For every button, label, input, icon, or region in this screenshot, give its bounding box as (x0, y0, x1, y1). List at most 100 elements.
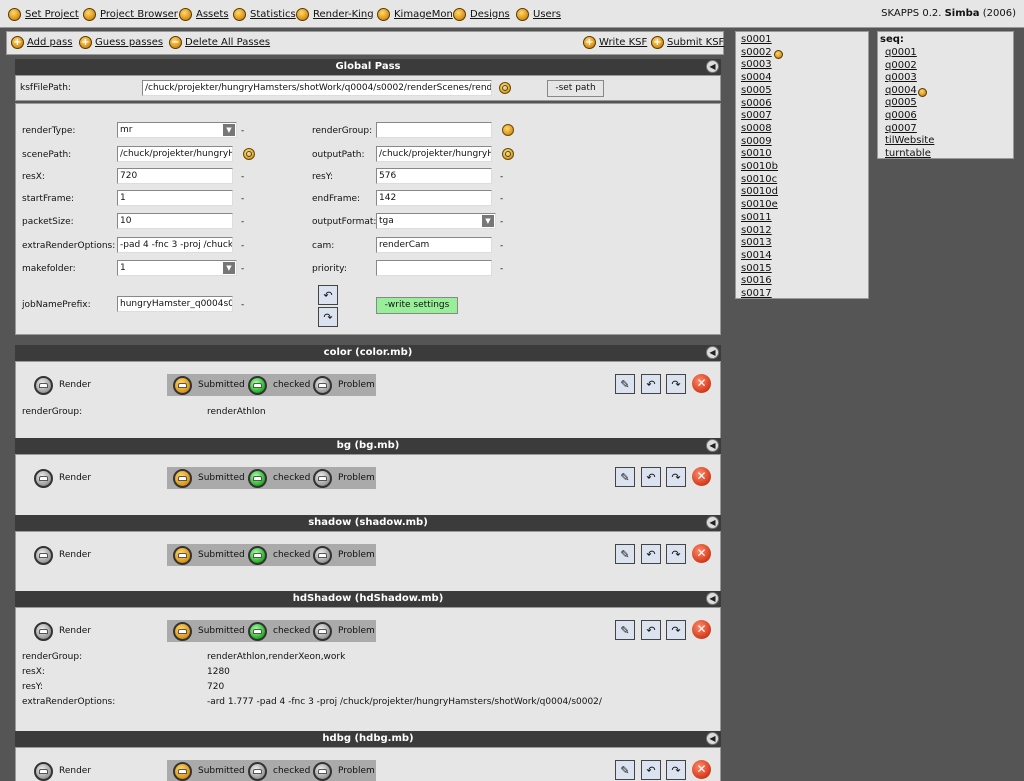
collapse-arrow-icon[interactable]: ◀ (706, 516, 719, 529)
shot-item[interactable]: s0014 (741, 250, 772, 261)
shot-item[interactable]: s0010d (741, 186, 778, 197)
shot-item[interactable]: s0007 (741, 110, 772, 121)
job-name-prefix-input[interactable]: hungryHamster_q0004s0002 (117, 296, 233, 312)
edit-icon[interactable]: ✎ (615, 544, 635, 564)
ksf-path-input[interactable]: /chuck/projekter/hungryHamsters/shotWork… (142, 80, 492, 96)
delete-all-passes-button[interactable]: − Delete All Passes (169, 36, 270, 49)
seq-item[interactable]: q0007 (885, 123, 917, 134)
close-icon[interactable]: ✕ (692, 467, 711, 486)
add-pass-button[interactable]: + Add pass (11, 36, 72, 49)
shot-item[interactable]: s0006 (741, 98, 772, 109)
seq-item[interactable]: q0006 (885, 110, 917, 121)
submitted-state[interactable]: Submitted (173, 760, 245, 781)
render-state[interactable]: Render (34, 374, 91, 396)
nav-project-browser[interactable]: Project Browser (83, 6, 178, 22)
packet-size-input[interactable]: 10 (117, 213, 233, 229)
output-path-input[interactable]: /chuck/projekter/hungryHamsters (376, 146, 492, 162)
end-frame-input[interactable]: 142 (376, 190, 492, 206)
close-icon[interactable]: ✕ (692, 374, 711, 393)
shot-item[interactable]: s0017 (741, 288, 772, 299)
collapse-arrow-icon[interactable]: ◀ (706, 60, 719, 73)
seq-item[interactable]: q0004 (885, 85, 917, 96)
shot-item[interactable]: s0003 (741, 59, 772, 70)
nav-users[interactable]: Users (516, 6, 561, 22)
collapse-arrow-icon[interactable]: ◀ (706, 439, 719, 452)
write-ksf-button[interactable]: + Write KSF (583, 36, 647, 49)
shot-item[interactable]: s0015 (741, 263, 772, 274)
checked-state[interactable]: checked (248, 544, 310, 566)
render-group-input[interactable] (376, 122, 492, 138)
shot-item[interactable]: s0001 (741, 34, 772, 45)
down-icon[interactable]: ↷ (318, 307, 338, 327)
up-icon[interactable]: ↶ (641, 374, 661, 394)
set-path-button[interactable]: -set path (547, 80, 604, 97)
seq-item[interactable]: turntable (885, 148, 931, 159)
shot-item[interactable]: s0010 (741, 148, 772, 159)
extra-render-options-input[interactable]: -pad 4 -fnc 3 -proj /chuck/ (117, 237, 233, 253)
shot-item[interactable]: s0013 (741, 237, 772, 248)
submitted-state[interactable]: Submitted (173, 374, 245, 396)
shot-item[interactable]: s0002 (741, 47, 772, 58)
grid-icon[interactable] (502, 124, 514, 136)
magnifier-icon[interactable] (243, 148, 255, 160)
start-frame-input[interactable]: 1 (117, 190, 233, 206)
close-icon[interactable]: ✕ (692, 760, 711, 779)
nav-render-king[interactable]: Render-King (296, 6, 374, 22)
up-icon[interactable]: ↶ (641, 544, 661, 564)
up-icon[interactable]: ↶ (641, 467, 661, 487)
shot-item[interactable]: s0009 (741, 136, 772, 147)
checked-state[interactable]: checked (248, 467, 310, 489)
magnifier-icon[interactable] (502, 148, 514, 160)
submitted-state[interactable]: Submitted (173, 544, 245, 566)
edit-icon[interactable]: ✎ (615, 620, 635, 640)
down-icon[interactable]: ↷ (666, 760, 686, 780)
shot-item[interactable]: s0008 (741, 123, 772, 134)
collapse-arrow-icon[interactable]: ◀ (706, 346, 719, 359)
guess-passes-button[interactable]: + Guess passes (79, 36, 163, 49)
render-state[interactable]: Render (34, 544, 91, 566)
close-icon[interactable]: ✕ (692, 620, 711, 639)
checked-state[interactable]: checked (248, 760, 310, 781)
output-format-select[interactable]: tga ▼ (376, 213, 496, 229)
down-icon[interactable]: ↷ (666, 620, 686, 640)
shot-item[interactable]: s0010e (741, 199, 778, 210)
down-icon[interactable]: ↷ (666, 544, 686, 564)
nav-designs[interactable]: Designs (453, 6, 510, 22)
submitted-state[interactable]: Submitted (173, 467, 245, 489)
res-y-input[interactable]: 576 (376, 168, 492, 184)
nav-assets[interactable]: Assets (179, 6, 229, 22)
seq-item[interactable]: q0003 (885, 72, 917, 83)
seq-item[interactable]: q0005 (885, 97, 917, 108)
edit-icon[interactable]: ✎ (615, 467, 635, 487)
scene-path-input[interactable]: /chuck/projekter/hungryHamsters (117, 146, 233, 162)
magnifier-icon[interactable] (499, 82, 511, 94)
shot-item[interactable]: s0011 (741, 212, 772, 223)
problem-state[interactable]: Problem (313, 544, 375, 566)
shot-item[interactable]: s0005 (741, 85, 772, 96)
nav-statistics[interactable]: Statistics (233, 6, 296, 22)
problem-state[interactable]: Problem (313, 467, 375, 489)
problem-state[interactable]: Problem (313, 760, 375, 781)
render-state[interactable]: Render (34, 760, 91, 781)
cam-input[interactable]: renderCam (376, 237, 492, 253)
up-icon[interactable]: ↶ (318, 285, 338, 305)
priority-input[interactable] (376, 260, 492, 276)
edit-icon[interactable]: ✎ (615, 760, 635, 780)
nav-set-project[interactable]: Set Project (8, 6, 79, 22)
res-x-input[interactable]: 720 (117, 168, 233, 184)
nav-kimagemon[interactable]: KimageMon (377, 6, 453, 22)
checked-state[interactable]: checked (248, 374, 310, 396)
shot-item[interactable]: s0004 (741, 72, 772, 83)
collapse-arrow-icon[interactable]: ◀ (706, 732, 719, 745)
submitted-state[interactable]: Submitted (173, 620, 245, 642)
write-settings-button[interactable]: -write settings (376, 297, 458, 314)
shot-item[interactable]: s0010b (741, 161, 778, 172)
seq-item[interactable]: q0001 (885, 47, 917, 58)
close-icon[interactable]: ✕ (692, 544, 711, 563)
edit-icon[interactable]: ✎ (615, 374, 635, 394)
render-state[interactable]: Render (34, 620, 91, 642)
makefolder-select[interactable]: 1 ▼ (117, 260, 237, 276)
collapse-arrow-icon[interactable]: ◀ (706, 592, 719, 605)
up-icon[interactable]: ↶ (641, 620, 661, 640)
checked-state[interactable]: checked (248, 620, 310, 642)
